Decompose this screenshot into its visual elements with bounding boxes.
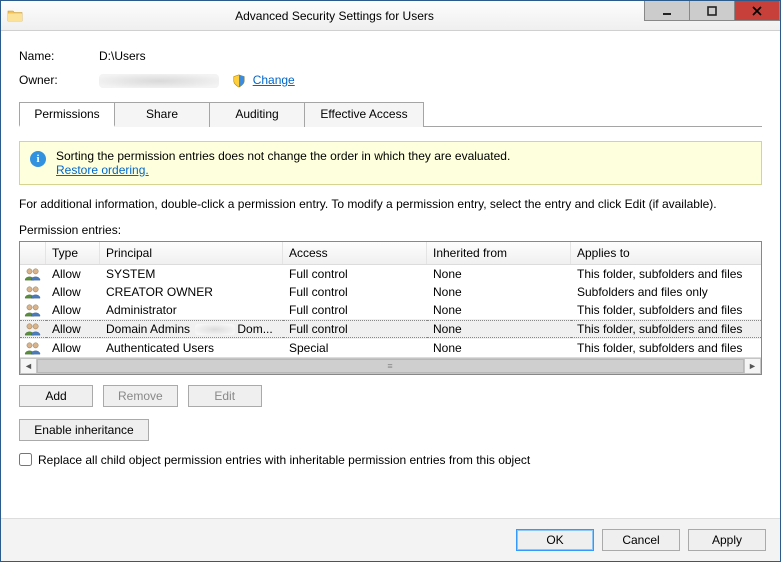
edit-button[interactable]: Edit bbox=[188, 385, 262, 407]
table-header: Type Principal Access Inherited from App… bbox=[20, 242, 761, 265]
permission-table: Type Principal Access Inherited from App… bbox=[19, 241, 762, 375]
owner-row: Owner: Change bbox=[19, 73, 762, 88]
col-principal[interactable]: Principal bbox=[100, 242, 283, 264]
window-buttons bbox=[645, 1, 780, 21]
cell-inherited: None bbox=[427, 340, 571, 356]
restore-ordering-link[interactable]: Restore ordering. bbox=[56, 163, 149, 177]
tab-permissions[interactable]: Permissions bbox=[19, 102, 115, 127]
cell-applies: This folder, subfolders and files bbox=[571, 340, 761, 356]
cell-principal: Authenticated Users bbox=[100, 340, 283, 356]
cell-principal: SYSTEM bbox=[100, 266, 283, 282]
col-applies[interactable]: Applies to bbox=[571, 242, 761, 264]
tabs: Permissions Share Auditing Effective Acc… bbox=[19, 102, 762, 127]
col-access[interactable]: Access bbox=[283, 242, 427, 264]
banner-text: Sorting the permission entries does not … bbox=[56, 149, 510, 163]
tab-share[interactable]: Share bbox=[114, 102, 210, 127]
replace-child-entries-checkbox[interactable] bbox=[19, 453, 32, 466]
col-inherited[interactable]: Inherited from bbox=[427, 242, 571, 264]
apply-button[interactable]: Apply bbox=[688, 529, 766, 551]
users-icon bbox=[20, 320, 46, 338]
close-button[interactable] bbox=[734, 1, 780, 21]
tab-effective-access[interactable]: Effective Access bbox=[304, 102, 424, 127]
users-icon bbox=[20, 340, 46, 356]
cell-type: Allow bbox=[46, 320, 100, 338]
info-banner: i Sorting the permission entries does no… bbox=[19, 141, 762, 185]
cell-applies: This folder, subfolders and files bbox=[571, 266, 761, 282]
info-icon: i bbox=[30, 151, 46, 167]
replace-child-entries-label: Replace all child object permission entr… bbox=[38, 453, 530, 467]
owner-value: Change bbox=[99, 73, 295, 88]
cell-principal: Domain Admins Dom... bbox=[100, 320, 283, 338]
users-icon bbox=[20, 302, 46, 318]
tab-auditing[interactable]: Auditing bbox=[209, 102, 305, 127]
cell-access: Full control bbox=[283, 284, 427, 300]
scroll-thumb[interactable]: ≡ bbox=[37, 359, 744, 373]
cell-principal: Administrator bbox=[100, 302, 283, 318]
name-value: D:\Users bbox=[99, 49, 146, 63]
name-label: Name: bbox=[19, 49, 99, 63]
table-row[interactable]: AllowAdministratorFull controlNoneThis f… bbox=[20, 301, 761, 319]
help-text: For additional information, double-click… bbox=[19, 197, 762, 211]
table-body: AllowSYSTEMFull controlNoneThis folder, … bbox=[20, 265, 761, 357]
table-row[interactable]: AllowDomain Admins Dom...Full controlNon… bbox=[20, 319, 761, 339]
cell-type: Allow bbox=[46, 284, 100, 300]
cell-applies: This folder, subfolders and files bbox=[571, 302, 761, 318]
change-owner-link[interactable]: Change bbox=[253, 73, 295, 87]
horizontal-scrollbar[interactable]: ◄ ≡ ► bbox=[20, 357, 761, 374]
col-type[interactable]: Type bbox=[46, 242, 100, 264]
scroll-track[interactable]: ≡ bbox=[37, 358, 744, 374]
name-row: Name: D:\Users bbox=[19, 49, 762, 63]
cell-type: Allow bbox=[46, 340, 100, 356]
cancel-button[interactable]: Cancel bbox=[602, 529, 680, 551]
table-row[interactable]: AllowCREATOR OWNERFull controlNoneSubfol… bbox=[20, 283, 761, 301]
security-settings-window: Advanced Security Settings for Users Nam… bbox=[0, 0, 781, 562]
minimize-button[interactable] bbox=[644, 1, 690, 21]
cell-applies: Subfolders and files only bbox=[571, 284, 761, 300]
enable-inheritance-button[interactable]: Enable inheritance bbox=[19, 419, 149, 441]
cell-type: Allow bbox=[46, 302, 100, 318]
ok-button[interactable]: OK bbox=[516, 529, 594, 551]
cell-access: Full control bbox=[283, 266, 427, 282]
folder-icon bbox=[7, 8, 23, 24]
dialog-footer: OK Cancel Apply bbox=[1, 518, 780, 561]
remove-button[interactable]: Remove bbox=[103, 385, 178, 407]
users-icon bbox=[20, 284, 46, 300]
cell-inherited: None bbox=[427, 302, 571, 318]
cell-type: Allow bbox=[46, 266, 100, 282]
shield-icon bbox=[232, 74, 246, 88]
add-button[interactable]: Add bbox=[19, 385, 93, 407]
owner-redacted bbox=[99, 74, 219, 88]
cell-inherited: None bbox=[427, 320, 571, 338]
titlebar: Advanced Security Settings for Users bbox=[1, 1, 780, 31]
cell-access: Full control bbox=[283, 302, 427, 318]
cell-principal: CREATOR OWNER bbox=[100, 284, 283, 300]
cell-inherited: None bbox=[427, 266, 571, 282]
maximize-button[interactable] bbox=[689, 1, 735, 21]
cell-applies: This folder, subfolders and files bbox=[571, 320, 761, 338]
scroll-left-button[interactable]: ◄ bbox=[20, 358, 37, 374]
users-icon bbox=[20, 266, 46, 282]
cell-inherited: None bbox=[427, 284, 571, 300]
col-icon[interactable] bbox=[20, 242, 46, 264]
table-row[interactable]: AllowSYSTEMFull controlNoneThis folder, … bbox=[20, 265, 761, 283]
permission-entries-label: Permission entries: bbox=[19, 223, 762, 237]
cell-access: Special bbox=[283, 340, 427, 356]
principal-redacted bbox=[195, 324, 235, 335]
table-row[interactable]: AllowAuthenticated UsersSpecialNoneThis … bbox=[20, 339, 761, 357]
cell-access: Full control bbox=[283, 320, 427, 338]
owner-label: Owner: bbox=[19, 73, 99, 87]
scroll-right-button[interactable]: ► bbox=[744, 358, 761, 374]
